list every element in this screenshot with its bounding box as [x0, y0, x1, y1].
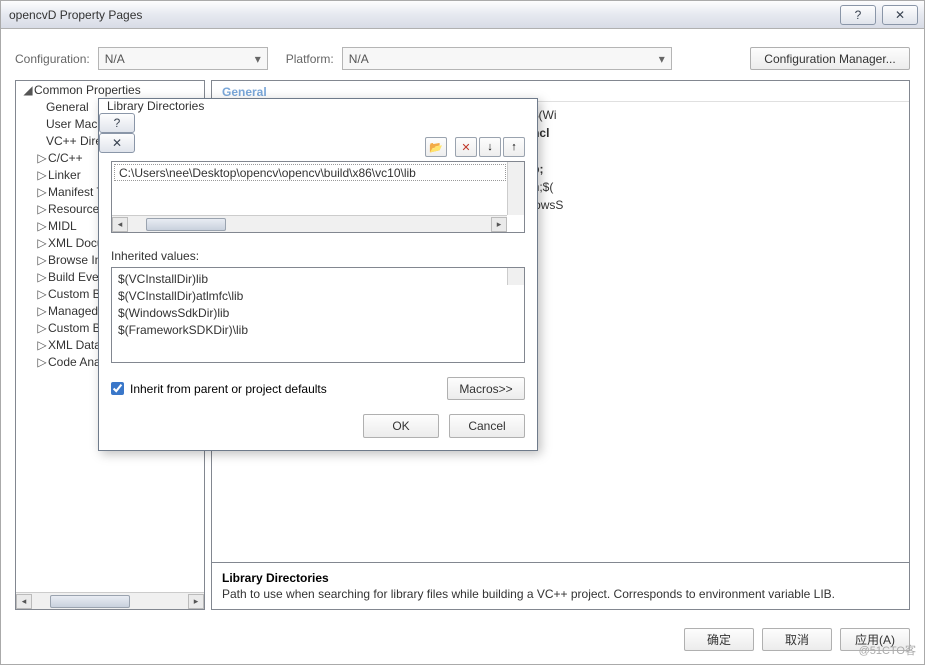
close-button[interactable]: ✕ [882, 5, 918, 25]
v-scrollbar[interactable] [507, 268, 524, 285]
chevron-down-icon: ▾ [255, 52, 261, 66]
platform-value: N/A [349, 52, 369, 66]
new-line-icon[interactable]: 📂 [425, 137, 447, 157]
scroll-left-icon[interactable]: ◂ [16, 594, 32, 609]
tree-root[interactable]: ◢Common Properties [16, 81, 204, 98]
description-pane: Library Directories Path to use when sea… [212, 562, 909, 609]
platform-label: Platform: [286, 52, 334, 66]
h-scrollbar[interactable]: ◂ ▸ [112, 215, 507, 232]
configuration-combo[interactable]: N/A ▾ [98, 47, 268, 70]
move-down-icon[interactable]: ↓ [479, 137, 501, 157]
inherit-checkbox[interactable] [111, 382, 124, 395]
path-entry[interactable]: C:\Users\nee\Desktop\opencv\opencv\build… [114, 164, 506, 181]
dialog-cancel-button[interactable]: Cancel [449, 414, 525, 438]
inherited-item: $(FrameworkSDKDir)\lib [118, 323, 518, 340]
scroll-left-icon[interactable]: ◂ [112, 217, 128, 232]
library-directories-dialog: Library Directories ? ✕ 📂 ✕ ↓ ↑ C:\Users… [98, 98, 538, 451]
macros-button[interactable]: Macros>> [447, 377, 525, 400]
paths-listbox[interactable]: C:\Users\nee\Desktop\opencv\opencv\build… [111, 161, 525, 233]
inherit-label: Inherit from parent or project defaults [130, 382, 327, 396]
bottom-buttons: 确定 取消 应用(A) [1, 620, 924, 659]
dialog-titlebar: Library Directories ? ✕ [99, 99, 537, 127]
configuration-value: N/A [105, 52, 125, 66]
scroll-right-icon[interactable]: ▸ [188, 594, 204, 609]
help-button[interactable]: ? [840, 5, 876, 25]
delete-icon[interactable]: ✕ [455, 137, 477, 157]
cancel-button[interactable]: 取消 [762, 628, 832, 651]
scroll-right-icon[interactable]: ▸ [491, 217, 507, 232]
inherited-item: $(WindowsSdkDir)lib [118, 306, 518, 323]
inherited-label: Inherited values: [111, 249, 525, 263]
chevron-down-icon: ▾ [659, 52, 665, 66]
toolbar: 📂 ✕ ↓ ↑ [111, 137, 525, 157]
description-title: Library Directories [222, 571, 899, 585]
description-text: Path to use when searching for library f… [222, 587, 899, 601]
move-up-icon[interactable]: ↑ [503, 137, 525, 157]
inherited-listbox: $(VCInstallDir)lib $(VCInstallDir)atlmfc… [111, 267, 525, 363]
watermark: @51CTO客 [859, 642, 916, 658]
tree-h-scrollbar[interactable]: ◂ ▸ [16, 592, 204, 609]
inherited-item: $(VCInstallDir)atlmfc\lib [118, 289, 518, 306]
scroll-thumb[interactable] [146, 218, 226, 231]
window-title: opencvD Property Pages [1, 8, 840, 22]
titlebar: opencvD Property Pages ? ✕ [1, 1, 924, 29]
configuration-label: Configuration: [15, 52, 90, 66]
dialog-ok-button[interactable]: OK [363, 414, 439, 438]
ok-button[interactable]: 确定 [684, 628, 754, 651]
configuration-manager-button[interactable]: Configuration Manager... [750, 47, 910, 70]
dialog-title: Library Directories [99, 99, 537, 113]
v-scrollbar[interactable] [507, 162, 524, 215]
config-row: Configuration: N/A ▾ Platform: N/A ▾ Con… [15, 47, 910, 70]
platform-combo[interactable]: N/A ▾ [342, 47, 672, 70]
scroll-thumb[interactable] [50, 595, 130, 608]
inherited-item: $(VCInstallDir)lib [118, 272, 518, 289]
